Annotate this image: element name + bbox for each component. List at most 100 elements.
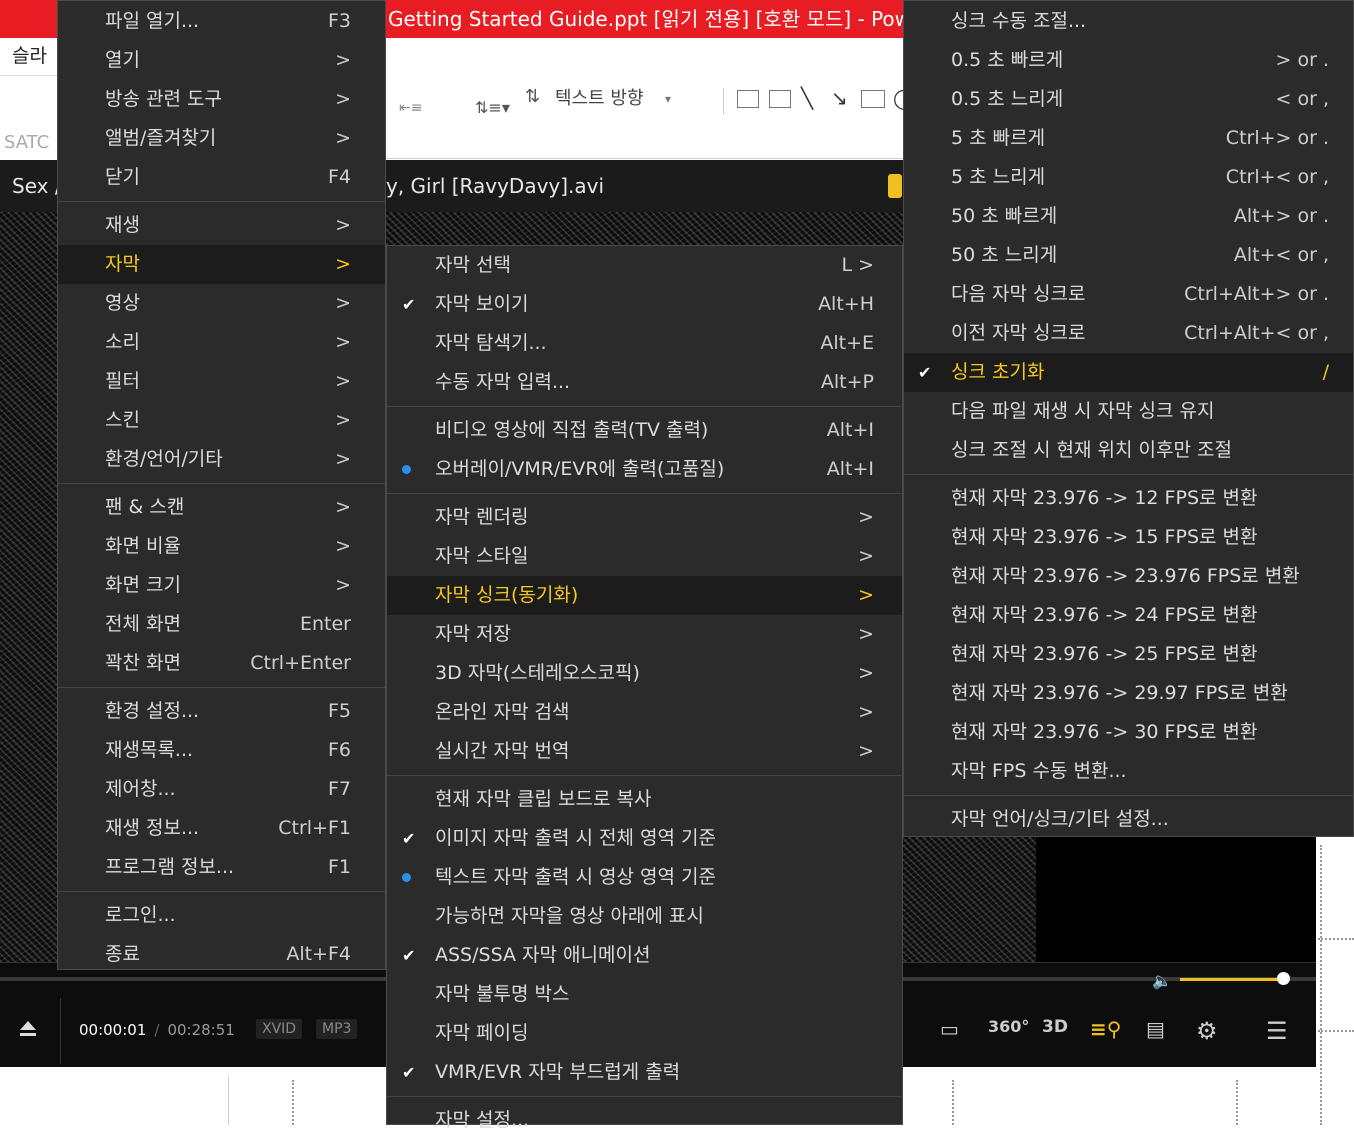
menu-item-output-tv[interactable]: 비디오 영상에 직접 출력(TV 출력) Alt+I	[387, 411, 902, 450]
volume-slider[interactable]	[1180, 978, 1285, 981]
menu-item-output-overlay[interactable]: 오버레이/VMR/EVR에 출력(고품질) Alt+I	[387, 450, 902, 489]
menu-item-album-favorites[interactable]: 앨범/즐겨찾기 >	[58, 119, 385, 158]
menu-item-program-info[interactable]: 프로그램 정보... F1	[58, 848, 385, 887]
menu-item-login[interactable]: 로그인...	[58, 896, 385, 935]
menu-item-close[interactable]: 닫기 F4	[58, 158, 385, 197]
menu-item-subtitle-select[interactable]: 자막 선택 L >	[387, 246, 902, 285]
menu-item-fps-2997[interactable]: 현재 자막 23.976 -> 29.97 FPS로 변환	[904, 674, 1353, 713]
text-direction-icon[interactable]: ⇅	[525, 86, 540, 107]
menu-item-label: 오버레이/VMR/EVR에 출력(고품질)	[435, 458, 725, 480]
menu-item-subtitle-fading[interactable]: 자막 페이딩	[387, 1014, 902, 1053]
menu-item-skin[interactable]: 스킨 >	[58, 401, 385, 440]
menu-item-fps-15[interactable]: 현재 자막 23.976 -> 15 FPS로 변환	[904, 518, 1353, 557]
menu-item-keep-sync-next-file[interactable]: 다음 파일 재생 시 자막 싱크 유지	[904, 392, 1353, 431]
menu-item-subtitle-save[interactable]: 자막 저장 >	[387, 615, 902, 654]
submenu-arrow-icon: >	[335, 496, 351, 518]
menu-item-filter[interactable]: 필터 >	[58, 362, 385, 401]
menu-item-playlist[interactable]: 재생목록... F6	[58, 731, 385, 770]
playlist-icon[interactable]: ▤	[1146, 1017, 1165, 1041]
menu-item-online-subtitle-search[interactable]: 온라인 자막 검색 >	[387, 693, 902, 732]
subtitle-search-icon[interactable]: ≡⚲	[1090, 1017, 1121, 1041]
menu-item-sync-next-subtitle[interactable]: 다음 자막 싱크로 Ctrl+Alt+> or .	[904, 275, 1353, 314]
menu-item-video[interactable]: 영상 >	[58, 284, 385, 323]
submenu-arrow-icon: >	[858, 740, 874, 762]
menu-item-subtitle-rendering[interactable]: 자막 렌더링 >	[387, 498, 902, 537]
menu-item-subtitle-explorer[interactable]: 자막 탐색기... Alt+E	[387, 324, 902, 363]
hamburger-menu-icon[interactable]: ☰	[1266, 1017, 1288, 1045]
menu-item-sync-50-slower[interactable]: 50 초 느리게 Alt+< or ,	[904, 236, 1353, 275]
player-badge-icon[interactable]	[888, 174, 902, 198]
menu-item-subtitles[interactable]: 자막 >	[58, 245, 385, 284]
menu-item-screen-size[interactable]: 화면 크기 >	[58, 566, 385, 605]
menu-item-broadcast-tools[interactable]: 방송 관련 도구 >	[58, 80, 385, 119]
menu-item-label: 자막 언어/싱크/기타 설정...	[951, 808, 1169, 830]
gear-icon[interactable]: ⚙	[1196, 1017, 1218, 1045]
menu-item-manual-subtitle-input[interactable]: 수동 자막 입력... Alt+P	[387, 363, 902, 402]
time-current: 00:00:01	[79, 1021, 147, 1039]
menu-item-fps-23976[interactable]: 현재 자막 23.976 -> 23.976 FPS로 변환	[904, 557, 1353, 596]
rectangle-shape-icon[interactable]	[861, 90, 885, 108]
menu-item-fps-12[interactable]: 현재 자막 23.976 -> 12 FPS로 변환	[904, 479, 1353, 518]
menu-item-subtitle-opaque-box[interactable]: 자막 불투명 박스	[387, 975, 902, 1014]
menu-item-env-lang-etc[interactable]: 환경/언어/기타 >	[58, 440, 385, 479]
menu-item-sync-0-5-slower[interactable]: 0.5 초 느리게 < or ,	[904, 80, 1353, 119]
menu-item-sync-5-slower[interactable]: 5 초 느리게 Ctrl+< or ,	[904, 158, 1353, 197]
menu-item-shortcut: Alt+E	[820, 332, 874, 354]
menu-item-fps-manual[interactable]: 자막 FPS 수동 변환...	[904, 752, 1353, 791]
menu-item-fps-25[interactable]: 현재 자막 23.976 -> 25 FPS로 변환	[904, 635, 1353, 674]
volume-icon[interactable]: 🔈	[1152, 971, 1172, 990]
chevron-down-icon[interactable]: ▾	[665, 92, 671, 106]
menu-item-preferences[interactable]: 환경 설정... F5	[58, 692, 385, 731]
line-shape-icon[interactable]: ╲	[801, 86, 813, 110]
menu-item-pan-scan[interactable]: 팬 & 스캔 >	[58, 488, 385, 527]
menu-item-fps-30[interactable]: 현재 자막 23.976 -> 30 FPS로 변환	[904, 713, 1353, 752]
menu-item-subtitle-settings[interactable]: 자막 설정...	[387, 1101, 902, 1140]
menu-item-open[interactable]: 열기 >	[58, 41, 385, 80]
menu-item-playback-info[interactable]: 재생 정보... Ctrl+F1	[58, 809, 385, 848]
menu-item-control-panel[interactable]: 제어창... F7	[58, 770, 385, 809]
menu-item-ass-ssa-animation[interactable]: ✔ ASS/SSA 자막 애니메이션	[387, 936, 902, 975]
menu-item-fps-24[interactable]: 현재 자막 23.976 -> 24 FPS로 변환	[904, 596, 1353, 635]
menu-item-sync-prev-subtitle[interactable]: 이전 자막 싱크로 Ctrl+Alt+< or ,	[904, 314, 1353, 353]
menu-item-sync-5-faster[interactable]: 5 초 빠르게 Ctrl+> or .	[904, 119, 1353, 158]
3d-icon[interactable]: 3D	[1042, 1017, 1068, 1037]
textbox-vertical-icon[interactable]	[769, 90, 791, 108]
menu-item-realtime-translation[interactable]: 실시간 자막 번역 >	[387, 732, 902, 771]
menu-item-aspect-ratio[interactable]: 화면 비율 >	[58, 527, 385, 566]
menu-item-subtitle-below-video[interactable]: 가능하면 자막을 영상 아래에 표시	[387, 897, 902, 936]
menu-item-subtitle-show[interactable]: ✔ 자막 보이기 Alt+H	[387, 285, 902, 324]
menu-separator	[58, 887, 385, 896]
menu-item-subtitle-style[interactable]: 자막 스타일 >	[387, 537, 902, 576]
volume-knob[interactable]	[1277, 972, 1290, 985]
menu-separator	[904, 791, 1353, 800]
menu-item-playback[interactable]: 재생 >	[58, 206, 385, 245]
ribbon-separator	[723, 88, 724, 114]
menu-item-text-subtitle-video-area[interactable]: 텍스트 자막 출력 시 영상 영역 기준	[387, 858, 902, 897]
line-spacing-icon[interactable]: ⇅≡▾	[475, 98, 510, 117]
arrow-shape-icon[interactable]: ↘	[831, 86, 848, 110]
menu-item-copy-subtitle[interactable]: 현재 자막 클립 보드로 복사	[387, 780, 902, 819]
menu-item-3d-subtitle[interactable]: 3D 자막(스테레오스코픽) >	[387, 654, 902, 693]
360-view-icon[interactable]: 360°	[988, 1017, 1029, 1036]
menu-item-sync-manual[interactable]: 싱크 수동 조절...	[904, 2, 1353, 41]
textbox-horizontal-icon[interactable]	[737, 90, 759, 108]
menu-item-sync-reset[interactable]: ✔ 싱크 초기화 /	[904, 353, 1353, 392]
text-direction-label[interactable]: 텍스트 방향	[555, 84, 644, 110]
menu-item-image-subtitle-full-area[interactable]: ✔ 이미지 자막 출력 시 전체 영역 기준	[387, 819, 902, 858]
menu-item-sync-0-5-faster[interactable]: 0.5 초 빠르게 > or .	[904, 41, 1353, 80]
menu-item-exit[interactable]: 종료 Alt+F4	[58, 935, 385, 974]
menu-item-sync-50-faster[interactable]: 50 초 빠르게 Alt+> or .	[904, 197, 1353, 236]
menu-item-sync-after-position[interactable]: 싱크 조절 시 현재 위치 이후만 조절	[904, 431, 1353, 470]
menu-item-vmr-evr-smooth[interactable]: ✔ VMR/EVR 자막 부드럽게 출력	[387, 1053, 902, 1092]
menu-item-subtitle-sync[interactable]: 자막 싱크(동기화) >	[387, 576, 902, 615]
menu-item-fill-screen[interactable]: 꽉찬 화면 Ctrl+Enter	[58, 644, 385, 683]
menu-item-lang-sync-settings[interactable]: 자막 언어/싱크/기타 설정...	[904, 800, 1353, 839]
indent-decrease-icon[interactable]: ⇤≡	[399, 100, 422, 116]
menu-item-audio[interactable]: 소리 >	[58, 323, 385, 362]
submenu-arrow-icon: >	[335, 535, 351, 557]
ppt-slide-tab[interactable]: 슬라	[0, 38, 60, 76]
menu-item-fullscreen[interactable]: 전체 화면 Enter	[58, 605, 385, 644]
eject-icon[interactable]	[20, 1021, 36, 1036]
screen-cast-icon[interactable]: ▭	[940, 1017, 959, 1041]
menu-item-open-file[interactable]: 파일 열기... F3	[58, 2, 385, 41]
